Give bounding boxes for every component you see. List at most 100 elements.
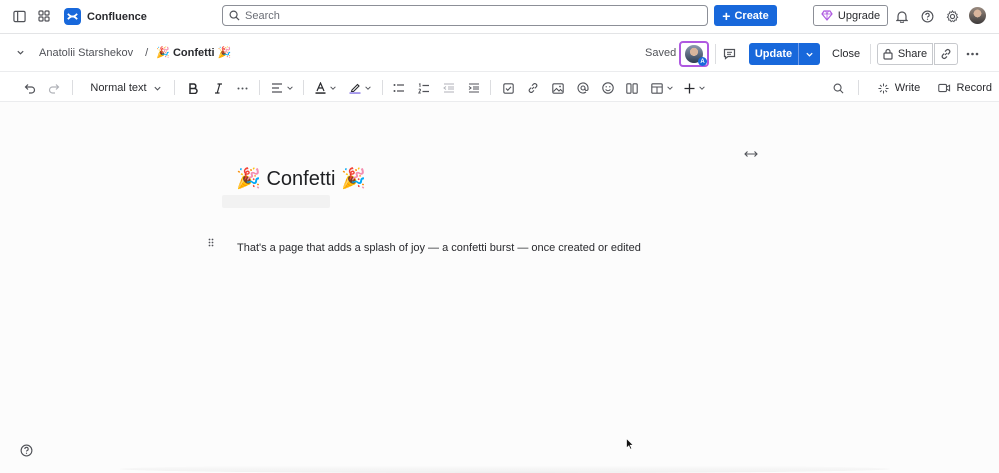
divider: [174, 80, 175, 95]
confluence-logo[interactable]: Confluence: [64, 8, 147, 25]
plus-icon: [684, 83, 695, 93]
plus-icon: +: [722, 7, 731, 24]
copy-link-button[interactable]: [934, 43, 958, 65]
mouse-cursor-icon: [626, 437, 635, 455]
editor-toolbar: Normal text Write Record: [0, 71, 999, 102]
outdent-button[interactable]: [441, 79, 457, 97]
page-width-toggle[interactable]: [743, 148, 759, 160]
chevron-down-icon: [666, 86, 673, 90]
highlight-dropdown[interactable]: [347, 79, 373, 97]
link-icon: [528, 83, 538, 93]
search-icon: [833, 83, 843, 93]
insert-image-button[interactable]: [550, 79, 566, 97]
expand-horizontal-icon: [744, 151, 758, 157]
at-sign-icon: [577, 82, 589, 94]
text-style-dropdown[interactable]: Normal text: [86, 79, 166, 97]
help-icon: [921, 10, 933, 22]
align-left-icon: [271, 83, 282, 93]
numbered-list-button[interactable]: [416, 79, 432, 97]
text-color-icon: [315, 82, 326, 94]
emoji-icon: [602, 82, 614, 94]
table-dropdown[interactable]: [648, 79, 676, 97]
redo-button[interactable]: [46, 79, 62, 97]
share-button-label: Share: [897, 48, 928, 60]
confluence-logo-icon: [64, 8, 81, 25]
sidebar-toggle-button[interactable]: [6, 3, 32, 29]
comment-icon: [723, 48, 735, 60]
collaborator-avatar[interactable]: A: [679, 41, 709, 67]
emoji-button[interactable]: [600, 79, 616, 97]
find-replace-button[interactable]: [830, 79, 846, 97]
more-formatting-button[interactable]: [234, 79, 250, 97]
sparkle-icon: [878, 82, 889, 94]
update-button-group: Update: [749, 43, 820, 65]
numbered-list-icon: [418, 82, 429, 93]
bottom-shadow: [120, 465, 890, 473]
insert-link-button[interactable]: [525, 79, 541, 97]
app-switcher-button[interactable]: [31, 3, 57, 29]
update-options-button[interactable]: [798, 43, 820, 65]
chevron-down-icon: [806, 52, 813, 57]
chevron-down-icon: [364, 86, 371, 90]
upgrade-button[interactable]: Upgrade: [813, 5, 888, 26]
table-icon: [650, 82, 663, 94]
divider: [870, 44, 871, 64]
page-body-paragraph[interactable]: That's a page that adds a splash of joy …: [237, 242, 641, 254]
text-style-label: Normal text: [90, 82, 147, 94]
undo-button[interactable]: [22, 79, 38, 97]
editor-canvas[interactable]: [0, 102, 999, 473]
record-button[interactable]: Record: [938, 79, 992, 97]
bold-button[interactable]: [185, 79, 201, 97]
undo-icon: [24, 83, 36, 94]
chevron-down-icon: [330, 86, 336, 90]
chevron-down-icon: [699, 86, 705, 90]
help-icon: [20, 444, 33, 457]
gear-icon: [946, 9, 958, 22]
comments-button[interactable]: [721, 46, 737, 62]
create-button[interactable]: + Create: [714, 5, 777, 26]
search-icon: [229, 10, 240, 21]
italic-button[interactable]: [210, 79, 226, 97]
chevron-down-icon: [154, 86, 161, 91]
breadcrumb-page[interactable]: 🎉 Confetti 🎉: [156, 46, 231, 59]
breadcrumb-space[interactable]: Anatolii Starshekov: [39, 47, 133, 59]
text-color-dropdown[interactable]: [313, 79, 339, 97]
chevron-down-icon[interactable]: [16, 48, 25, 57]
more-icon: [237, 87, 247, 89]
divider: [715, 44, 716, 64]
redo-icon: [48, 83, 60, 94]
mention-button[interactable]: [575, 79, 591, 97]
search-box[interactable]: [222, 5, 708, 26]
bold-icon: [189, 82, 198, 94]
indent-button[interactable]: [466, 79, 482, 97]
columns-icon: [626, 82, 638, 94]
insert-elements-dropdown[interactable]: [682, 79, 708, 97]
more-actions-button[interactable]: [962, 44, 982, 64]
collaborator-badge: A: [698, 57, 707, 66]
update-button[interactable]: Update: [749, 43, 798, 65]
share-button[interactable]: Share: [877, 43, 933, 65]
video-icon: [938, 83, 951, 93]
layouts-button[interactable]: [624, 79, 640, 97]
page-title[interactable]: 🎉 Confetti 🎉: [236, 166, 366, 191]
drag-handle-icon: [208, 238, 214, 247]
chevron-down-icon: [286, 86, 293, 90]
notifications-button[interactable]: [892, 6, 912, 26]
settings-button[interactable]: [942, 6, 962, 26]
drag-handle[interactable]: [208, 234, 214, 252]
upgrade-button-label: Upgrade: [837, 9, 881, 22]
top-navigation: Confluence + Create Upgrade: [0, 0, 999, 33]
editor-help-button[interactable]: [19, 443, 34, 458]
close-button[interactable]: Close: [826, 43, 866, 65]
help-button[interactable]: [917, 6, 937, 26]
write-ai-button[interactable]: Write: [876, 79, 922, 97]
divider: [72, 80, 73, 95]
record-label: Record: [956, 82, 992, 94]
alignment-dropdown[interactable]: [269, 79, 295, 97]
search-input[interactable]: [245, 9, 685, 22]
app-switcher-icon: [38, 10, 50, 22]
collaborator-face: A: [685, 45, 707, 66]
action-item-button[interactable]: [500, 79, 516, 97]
bullet-list-button[interactable]: [391, 79, 407, 97]
avatar[interactable]: [969, 7, 986, 24]
